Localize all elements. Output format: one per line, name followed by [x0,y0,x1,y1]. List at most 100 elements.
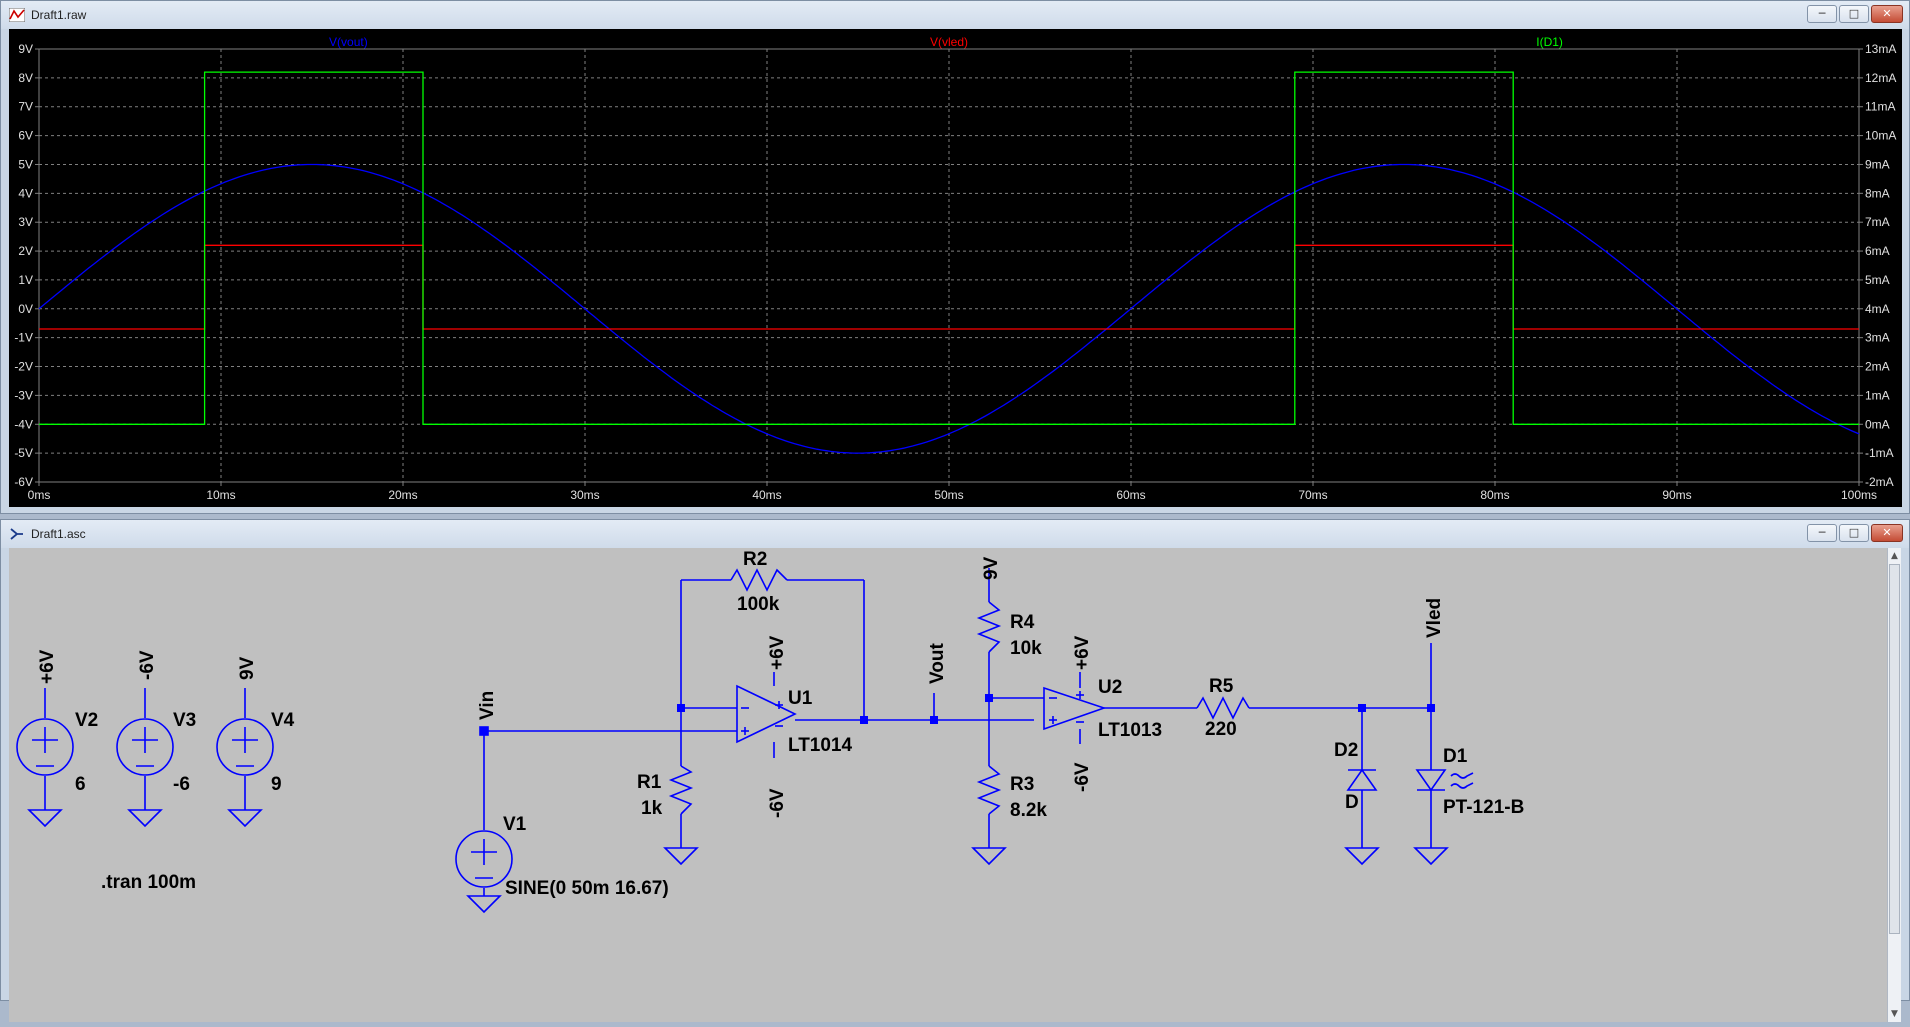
y-right-tick-label: 4mA [1865,302,1890,316]
resistor-R2[interactable] [730,568,788,592]
y-left-tick-label: -1V [14,331,33,345]
maximize-icon: □ [1848,526,1860,539]
y-left-tick-label: 9V [18,42,33,56]
x-tick-label: 90ms [1662,488,1691,502]
maximize-button[interactable]: □ [1839,524,1869,542]
close-icon: ✕ [1882,526,1892,539]
y-right-tick-label: 5mA [1865,273,1890,287]
plot-window-title: Draft1.raw [31,8,87,22]
source-V3[interactable] [116,688,174,828]
wires [484,568,1432,848]
u2-name: U2 [1098,677,1122,698]
r4-name: R4 [1010,612,1035,633]
schematic-window-titlebar[interactable]: Draft1.asc ─ □ ✕ [1,520,1909,548]
x-tick-label: 70ms [1298,488,1327,502]
v3-net-label: -6V [137,650,158,680]
r3-name: R3 [1010,774,1034,795]
d1-name: D1 [1443,746,1468,767]
y-left-tick-label: -4V [14,417,33,431]
scroll-up-arrow-icon[interactable]: ▲ [1888,548,1901,564]
y-left-tick-label: 0V [18,302,33,316]
d1-value: PT-121-B [1443,797,1524,818]
y-left-tick-label: -3V [14,388,33,402]
legend-label: I(D1) [1536,35,1563,49]
series-line-v-vled- [39,244,1859,330]
y-right-tick-label: 12mA [1865,71,1896,85]
u2-vpos-label: +6V [1072,635,1093,670]
r2-value: 100k [737,594,780,615]
y-left-tick-label: -5V [14,446,33,460]
r1-value: 1k [641,798,663,819]
v1-name: V1 [503,814,527,835]
v4-value: 9 [271,774,282,795]
tran-directive[interactable]: .tran 100m [101,872,196,893]
y-right-tick-label: 11mA [1865,100,1895,114]
minimize-button[interactable]: ─ [1807,5,1837,23]
u1-name: U1 [788,688,813,709]
v3-name: V3 [173,710,196,731]
opamp-U2[interactable] [1043,686,1107,731]
vertical-scrollbar[interactable]: ▲ ▼ [1887,548,1901,1022]
r4-value: 10k [1010,638,1042,659]
scroll-down-arrow-icon[interactable]: ▼ [1888,1006,1901,1022]
y-left-tick-label: 7V [18,100,33,114]
r5-value: 220 [1205,719,1237,740]
v4-name: V4 [271,710,295,731]
u2-value: LT1013 [1098,720,1162,741]
y-right-tick-label: 7mA [1865,215,1890,229]
y-right-tick-label: 9mA [1865,157,1890,171]
minimize-button[interactable]: ─ [1807,524,1837,542]
x-tick-label: 50ms [934,488,963,502]
y-left-tick-label: 1V [18,273,33,287]
y-left-tick-label: 6V [18,129,33,143]
v2-net-label: +6V [37,649,58,684]
minimize-icon: ─ [1818,526,1826,539]
u1-vneg-label: -6V [767,788,788,818]
schematic-window: Draft1.asc ─ □ ✕ +6V V2 6 -6V V3 -6 9V V… [0,519,1910,1022]
r5-name: R5 [1209,676,1234,697]
waveform-app-icon [9,8,25,22]
vin-net-label: Vin [477,691,498,720]
legend-label: V(vout) [329,35,368,49]
resistor-R4[interactable] [976,601,1002,653]
y-right-tick-label: 8mA [1865,186,1890,200]
maximize-button[interactable]: □ [1839,5,1869,23]
v1-value: SINE(0 50m 16.67) [505,878,669,899]
y-left-tick-label: 2V [18,244,33,258]
y-left-tick-label: -2V [14,360,33,374]
close-button[interactable]: ✕ [1871,524,1903,542]
schematic-canvas[interactable]: +6V V2 6 -6V V3 -6 9V V4 9 .tran 100m Vi… [9,548,1892,1022]
plot-window-titlebar[interactable]: Draft1.raw ─ □ ✕ [1,1,1909,29]
y-left-tick-label: 3V [18,215,33,229]
y-right-tick-label: 13mA [1865,42,1896,56]
plot-window: Draft1.raw ─ □ ✕ 0ms 10ms 20ms 30ms 40ms 50ms… [0,0,1910,514]
source-V2[interactable] [16,688,74,828]
vled-net-label: Vled [1424,598,1445,638]
opamp-U1[interactable] [736,684,797,744]
scrollbar-thumb[interactable] [1889,564,1900,934]
u2-vneg-label: -6V [1072,762,1093,792]
x-tick-label: 0ms [28,488,51,502]
close-button[interactable]: ✕ [1871,5,1903,23]
y-right-tick-label: 1mA [1865,388,1890,402]
source-V4[interactable] [216,688,274,828]
r2-name: R2 [743,549,767,570]
r3-value: 8.2k [1010,800,1047,821]
x-tick-label: 20ms [388,488,417,502]
y-left-tick-label: 5V [18,157,33,171]
y-right-tick-label: 0mA [1865,417,1890,431]
y-left-tick-label: 8V [18,71,33,85]
x-tick-label: 30ms [570,488,599,502]
y-left-tick-label: 4V [18,186,33,200]
resistor-R5[interactable] [1196,696,1250,720]
y-right-tick-label: 2mA [1865,360,1890,374]
y-right-tick-label: -1mA [1865,446,1894,460]
schematic-window-title: Draft1.asc [31,527,86,541]
waveform-plot-pane[interactable]: 0ms 10ms 20ms 30ms 40ms 50ms 60ms 70ms 80ms 90ms 1… [9,29,1902,507]
schematic-drawing[interactable]: +6V V2 6 -6V V3 -6 9V V4 9 .tran 100m Vi… [9,548,1892,1022]
waveform-chart[interactable]: 0ms 10ms 20ms 30ms 40ms 50ms 60ms 70ms 80ms 90ms 1… [9,29,1902,507]
y-right-tick-label: 6mA [1865,244,1890,258]
y-right-tick-label: 10mA [1865,129,1896,143]
d2-name: D2 [1334,740,1358,761]
maximize-icon: □ [1848,7,1860,20]
